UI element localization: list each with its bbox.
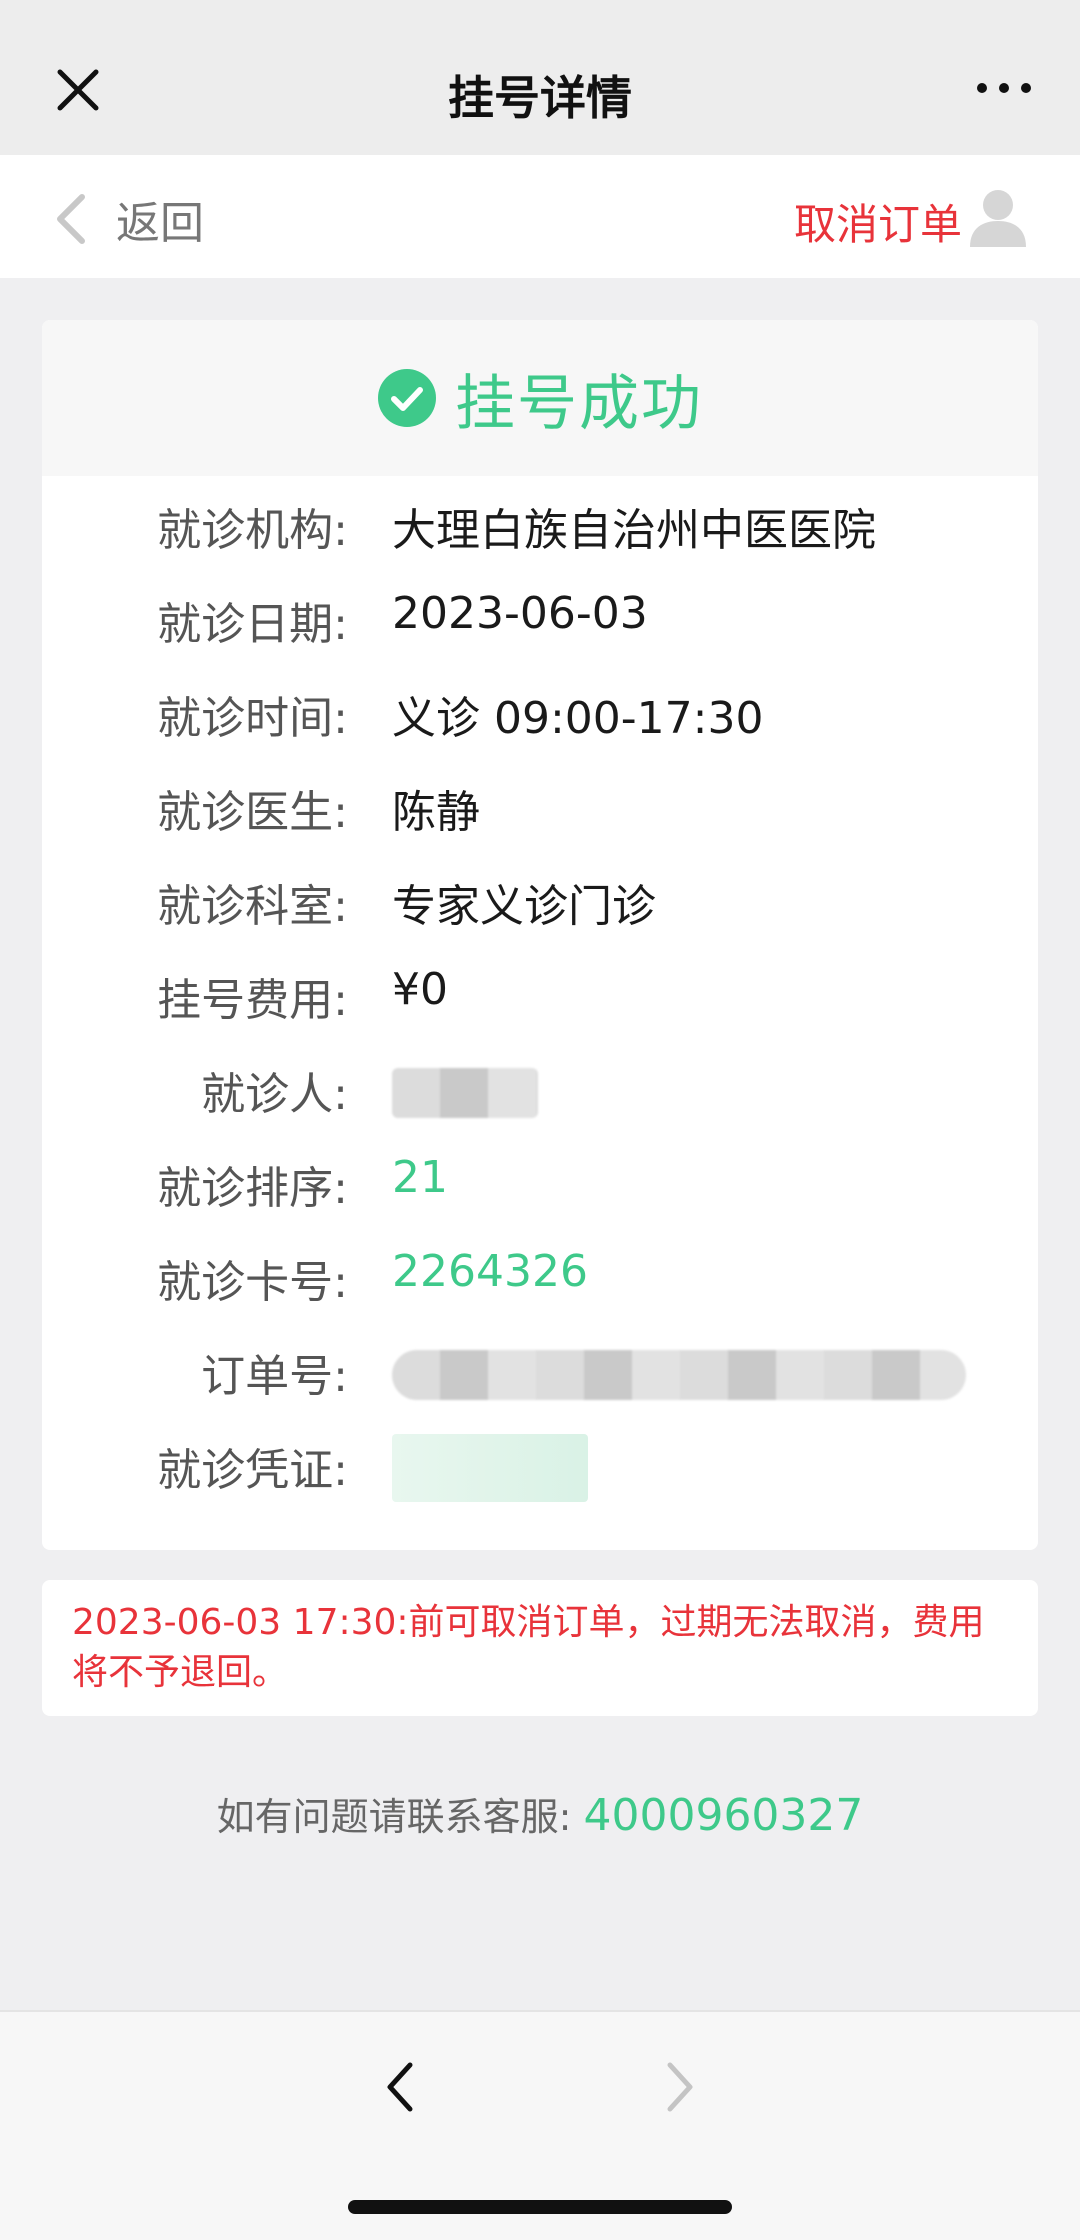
row-doctor: 就诊医生: 陈静 — [42, 758, 1038, 852]
row-label: 就诊人: — [201, 1069, 348, 1120]
row-label: 就诊科室: — [157, 881, 348, 932]
row-institution: 就诊机构: 大理白族自治州中医医院 — [42, 476, 1038, 570]
detail-list: 就诊机构: 大理白族自治州中医医院 就诊日期: 2023-06-03 就诊时间:… — [42, 476, 1038, 1510]
row-value: 21 — [392, 1152, 448, 1203]
row-fee: 挂号费用: ¥0 — [42, 946, 1038, 1040]
row-label: 就诊医生: — [157, 787, 348, 838]
home-indicator[interactable] — [348, 2200, 732, 2214]
next-arrow-icon[interactable] — [660, 2057, 700, 2117]
row-value: 2264326 — [392, 1246, 588, 1297]
page-title: 挂号详情 — [448, 71, 632, 125]
row-order-number: 订单号: — [42, 1322, 1038, 1416]
redacted-patient-name — [392, 1068, 538, 1118]
row-value: 大理白族自治州中医医院 — [392, 505, 876, 556]
row-queue-number: 就诊排序: 21 — [42, 1134, 1038, 1228]
row-label: 就诊时间: — [157, 693, 348, 744]
row-value: 专家义诊门诊 — [392, 881, 656, 932]
row-value: 2023-06-03 — [392, 588, 648, 639]
row-label: 就诊卡号: — [157, 1257, 348, 1308]
service-phone-link[interactable]: 4000960327 — [583, 1790, 863, 1841]
status-header: 挂号成功 — [42, 320, 1038, 476]
redacted-voucher[interactable] — [392, 1434, 588, 1502]
row-patient: 就诊人: — [42, 1040, 1038, 1134]
avatar-icon[interactable] — [966, 183, 1030, 247]
more-icon[interactable] — [976, 80, 1032, 96]
title-bar: 挂号详情 — [0, 0, 1080, 155]
cancel-order-button[interactable]: 取消订单 — [794, 191, 962, 252]
row-label: 就诊凭证: — [157, 1445, 348, 1496]
row-label: 挂号费用: — [157, 975, 348, 1026]
row-label: 就诊排序: — [157, 1163, 348, 1214]
row-label: 就诊机构: — [157, 505, 348, 556]
row-card-number: 就诊卡号: 2264326 — [42, 1228, 1038, 1322]
nav-bar: 返回 取消订单 — [0, 155, 1080, 278]
row-value: 陈静 — [392, 787, 480, 838]
appointment-card: 挂号成功 就诊机构: 大理白族自治州中医医院 就诊日期: 2023-06-03 … — [42, 320, 1038, 1550]
row-date: 就诊日期: 2023-06-03 — [42, 570, 1038, 664]
service-label: 如有问题请联系客服: — [216, 1795, 572, 1839]
row-voucher: 就诊凭证: — [42, 1416, 1038, 1510]
row-label: 就诊日期: — [157, 599, 348, 650]
status-text: 挂号成功 — [455, 368, 703, 439]
back-chevron-icon — [57, 194, 85, 244]
row-label: 订单号: — [201, 1351, 348, 1402]
row-department: 就诊科室: 专家义诊门诊 — [42, 852, 1038, 946]
row-value: 义诊 09:00-17:30 — [392, 693, 764, 744]
back-button[interactable]: 返回 — [50, 191, 204, 249]
cancel-notice: 2023-06-03 17:30:前可取消订单，过期无法取消，费用将不予退回。 — [42, 1580, 1038, 1716]
customer-service: 如有问题请联系客服: 4000960327 — [0, 1786, 1080, 1841]
success-check-icon — [378, 369, 436, 427]
prev-arrow-icon[interactable] — [380, 2057, 420, 2117]
redacted-order-number — [392, 1350, 966, 1400]
row-time: 就诊时间: 义诊 09:00-17:30 — [42, 664, 1038, 758]
row-value: ¥0 — [392, 964, 448, 1015]
back-label: 返回 — [116, 198, 204, 249]
